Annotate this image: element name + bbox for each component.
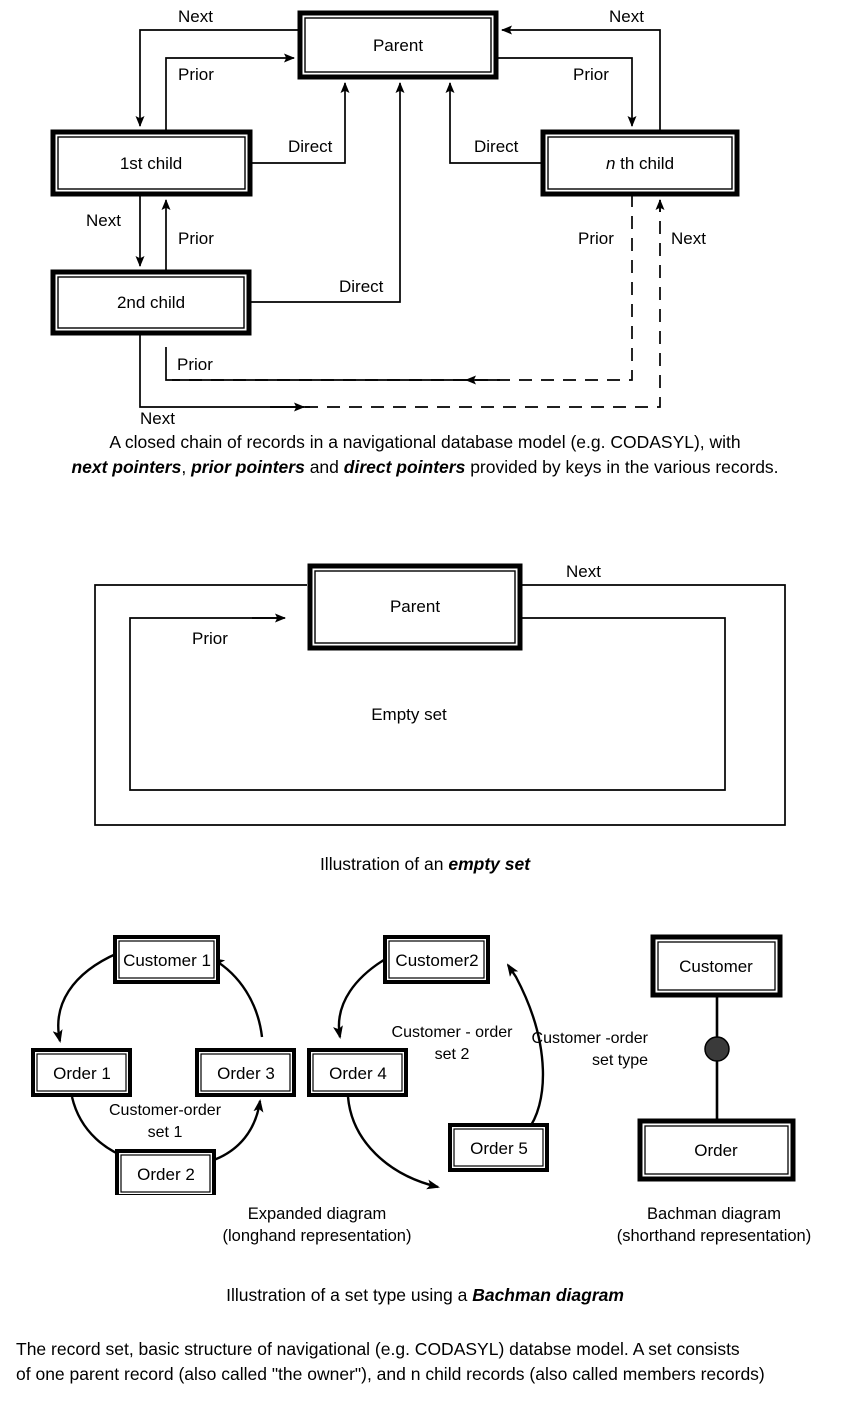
box-order-3-label: Order 3	[217, 1064, 275, 1083]
label-prior-top-right: Prior	[573, 65, 609, 84]
figure1-caption-line1: A closed chain of records in a navigatio…	[109, 432, 741, 452]
box-parent-empty-set-label: Parent	[390, 597, 440, 616]
subcaption-expanded-line2: (longhand representation)	[222, 1227, 412, 1245]
figure1-caption: A closed chain of records in a navigatio…	[0, 430, 850, 480]
box-first-child: 1st child	[50, 129, 253, 197]
label-customer-order-set-2-line2: set 2	[435, 1046, 470, 1063]
box-order-4: Order 4	[307, 1048, 408, 1097]
figure-closed-chain: Parent 1st child 2nd child n th child Ne…	[0, 0, 850, 425]
figure3-caption-emphasis: Bachman diagram	[472, 1285, 624, 1305]
subcaption-expanded-diagram: Expanded diagram (longhand representatio…	[152, 1203, 482, 1247]
box-order: Order	[637, 1118, 796, 1182]
box-order-2-label: Order 2	[137, 1165, 195, 1184]
document-page: Parent 1st child 2nd child n th child Ne…	[0, 0, 850, 1405]
label-next-bottom: Next	[140, 409, 175, 425]
figure-empty-set: Parent Next Prior Empty set	[0, 545, 850, 835]
subcaption-bachman-line1: Bachman diagram	[647, 1205, 781, 1223]
box-customer-2-label: Customer2	[395, 951, 478, 970]
label-next-top-left: Next	[178, 7, 213, 26]
footer-line1: The record set, basic structure of navig…	[16, 1339, 740, 1359]
box-customer-1: Customer 1	[113, 935, 220, 984]
box-nth-child-label-italic: n	[606, 154, 615, 173]
box-nth-child: n th child	[540, 129, 740, 197]
subcaption-bachman-diagram: Bachman diagram (shorthand representatio…	[578, 1203, 850, 1247]
label-next-left-vertical: Next	[86, 211, 121, 230]
label-prior-left-vertical: Prior	[178, 229, 214, 248]
box-order-3: Order 3	[195, 1048, 296, 1097]
label-direct-left: Direct	[288, 137, 333, 156]
figure3-caption: Illustration of a set type using a Bachm…	[0, 1283, 850, 1308]
figure1-caption-sep2: and	[304, 457, 344, 477]
label-direct-right: Direct	[474, 137, 519, 156]
box-first-child-label: 1st child	[120, 154, 182, 173]
box-customer-2: Customer2	[383, 935, 490, 984]
figure1-caption-sep1: ,	[181, 457, 192, 477]
figure2-caption-emphasis: empty set	[448, 854, 531, 874]
set-type-connector-dot	[704, 1036, 730, 1062]
label-prior-bottom: Prior	[177, 355, 213, 374]
box-order-5-label: Order 5	[470, 1139, 528, 1158]
box-second-child-label: 2nd child	[117, 293, 185, 312]
label-prior-empty-set: Prior	[192, 629, 228, 648]
label-next-empty-set: Next	[566, 562, 601, 581]
box-customer: Customer	[650, 934, 783, 998]
box-order-4-label: Order 4	[329, 1064, 387, 1083]
box-second-child: 2nd child	[50, 269, 252, 336]
subcaption-expanded-line1: Expanded diagram	[247, 1205, 387, 1223]
box-order-1: Order 1	[31, 1048, 132, 1097]
label-customer-order-set-1-line1: Customer-order	[109, 1102, 222, 1119]
box-order-1-label: Order 1	[53, 1064, 111, 1083]
label-empty-set: Empty set	[371, 705, 447, 724]
figure-empty-set-svg: Parent Next Prior Empty set	[94, 562, 786, 826]
figure2-caption-lead: Illustration of an	[319, 854, 449, 874]
box-parent-label: Parent	[373, 36, 423, 55]
label-customer-order-set-2-line1: Customer - order	[392, 1024, 514, 1041]
figure1-caption-tail: provided by keys in the various records.	[465, 457, 779, 477]
box-customer-label: Customer	[679, 957, 753, 976]
label-direct-bottom: Direct	[339, 277, 384, 296]
figure-closed-chain-svg: Parent 1st child 2nd child n th child Ne…	[50, 7, 740, 425]
label-customer-order-set-type-line2: set type	[592, 1052, 648, 1069]
figure-set-type: Customer 1 Order 1 Order 3 Order 2 Custo…	[0, 925, 850, 1195]
label-next-top-right: Next	[609, 7, 644, 26]
box-order-2: Order 2	[115, 1149, 216, 1195]
footer-line2: of one parent record (also called "the o…	[16, 1364, 765, 1384]
figure1-caption-direct-pointers: direct pointers	[343, 457, 466, 477]
box-parent-empty-set: Parent	[307, 563, 523, 651]
box-nth-child-label: n th child	[606, 154, 674, 173]
label-customer-order-set-1-line2: set 1	[148, 1124, 183, 1141]
label-prior-right-vertical: Prior	[578, 229, 614, 248]
box-nth-child-label-rest: th child	[615, 154, 674, 173]
label-next-right-vertical: Next	[671, 229, 706, 248]
box-customer-1-label: Customer 1	[123, 951, 211, 970]
box-order-5: Order 5	[448, 1123, 549, 1172]
figure1-caption-prior-pointers: prior pointers	[191, 457, 305, 477]
figure1-caption-next-pointers: next pointers	[71, 457, 182, 477]
figure3-caption-lead: Illustration of a set type using a	[226, 1285, 473, 1305]
box-parent: Parent	[297, 10, 499, 80]
figure-set-type-svg: Customer 1 Order 1 Order 3 Order 2 Custo…	[31, 934, 796, 1195]
label-prior-top-left: Prior	[178, 65, 214, 84]
figure1-caption-line2: next pointers, prior pointers and direct…	[0, 455, 850, 480]
subcaption-bachman-line2: (shorthand representation)	[616, 1227, 812, 1245]
box-order-label: Order	[694, 1141, 738, 1160]
footer-paragraph: The record set, basic structure of navig…	[16, 1337, 836, 1387]
label-customer-order-set-type-line1: Customer -order	[532, 1030, 649, 1047]
figure2-caption: Illustration of an empty set	[0, 852, 850, 877]
